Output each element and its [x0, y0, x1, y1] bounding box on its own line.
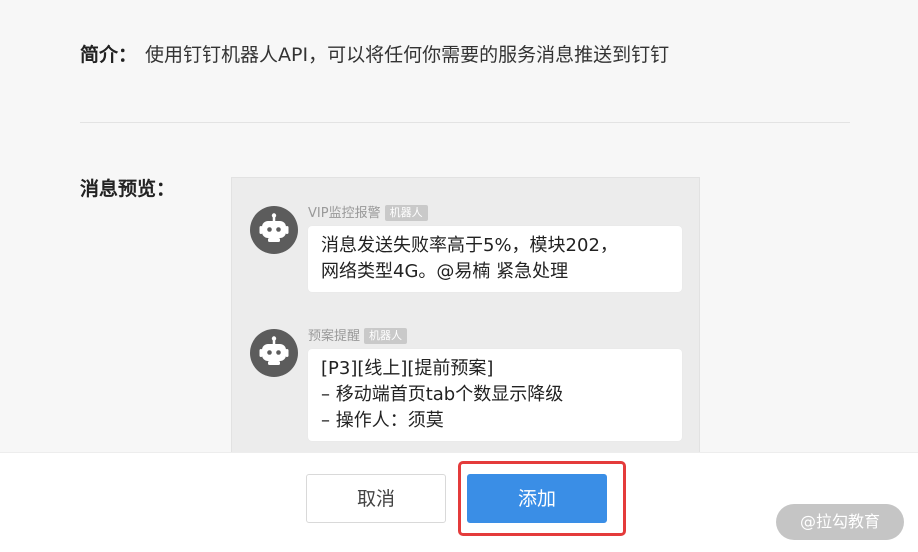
robot-tag: 机器人 — [364, 328, 408, 344]
dialog-page: 简介： 使用钉钉机器人API，可以将任何你需要的服务消息推送到钉钉 消息预览： V… — [0, 0, 918, 552]
sender-line: VIP监控报警 机器人 — [308, 203, 428, 221]
robot-avatar — [250, 206, 298, 254]
robot-icon — [259, 213, 289, 242]
add-button[interactable]: 添加 — [467, 474, 607, 523]
watermark: @拉勾教育 — [776, 504, 904, 540]
intro-text: 使用钉钉机器人API，可以将任何你需要的服务消息推送到钉钉 — [145, 44, 670, 66]
message-bubble: [P3][线上][提前预案] – 移动端首页tab个数显示降级 – 操作人：须莫 — [308, 349, 682, 441]
message-preview-panel: VIP监控报警 机器人 消息发送失败率高于5%，模块202， 网络类型4G。@易楠… — [231, 177, 700, 469]
sender-name: VIP监控报警 — [308, 206, 381, 221]
intro-row: 简介： 使用钉钉机器人API，可以将任何你需要的服务消息推送到钉钉 — [80, 42, 669, 68]
message-bubble: 消息发送失败率高于5%，模块202， 网络类型4G。@易楠 紧急处理 — [308, 226, 682, 292]
robot-avatar — [250, 329, 298, 377]
preview-label: 消息预览： — [80, 178, 176, 200]
robot-tag: 机器人 — [384, 205, 428, 221]
intro-label: 简介： — [80, 44, 138, 66]
divider — [80, 122, 850, 123]
sender-line: 预案提醒 机器人 — [308, 326, 408, 344]
cancel-button[interactable]: 取消 — [306, 474, 446, 523]
sender-name: 预案提醒 — [308, 329, 361, 344]
robot-icon — [259, 336, 289, 365]
dialog-footer: 取消 添加 — [0, 452, 918, 552]
